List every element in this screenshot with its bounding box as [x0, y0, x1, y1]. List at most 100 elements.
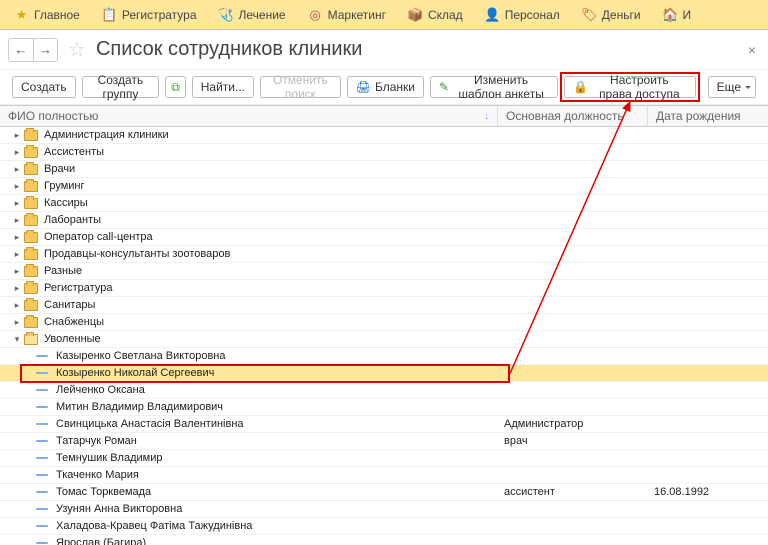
access-rights-button[interactable]: 🔒Настроить права доступа [564, 76, 695, 98]
expander-icon[interactable]: ▸ [12, 130, 22, 141]
top-tab-7[interactable]: 🏠И [653, 0, 702, 29]
table-row[interactable]: ▸ Кассиры [0, 195, 768, 212]
person-name: Казыренко Светлана Викторовна [56, 350, 226, 362]
item-icon [36, 372, 48, 374]
expander-icon[interactable]: ▸ [12, 283, 22, 294]
table-row[interactable]: Татарчук Романврач [0, 433, 768, 450]
table-row[interactable]: ▸Лаборанты [0, 212, 768, 229]
table-row[interactable]: ▸ Санитары [0, 297, 768, 314]
blanks-button[interactable]: 🖨Бланки [347, 76, 424, 98]
person-name: Татарчук Роман [56, 435, 137, 447]
person-name: Козыренко Николай Сергеевич [56, 367, 214, 379]
top-tab-5[interactable]: 👤Персонал [475, 0, 570, 29]
expander-icon[interactable]: ▾ [12, 334, 22, 345]
table-row[interactable]: ▸Ассистенты [0, 144, 768, 161]
table-row[interactable]: ▸ Регистратура [0, 280, 768, 297]
folder-label: Регистратура [44, 282, 112, 294]
column-position[interactable]: Основная должность [498, 106, 648, 126]
table-row[interactable]: Митин Владимир Владимирович [0, 399, 768, 416]
lock-icon: 🔒 [573, 80, 588, 94]
table-row[interactable]: Козыренко Николай Сергеевич [0, 365, 768, 382]
expander-icon[interactable]: ▸ [12, 215, 22, 226]
table-row[interactable]: Томас Торквемадаассистент16.08.1992 [0, 484, 768, 501]
table-row[interactable]: Свинцицька Анастасія ВалентинівнаАдминис… [0, 416, 768, 433]
top-tab-1[interactable]: 📋 Регистратура [92, 0, 207, 29]
tab-label: Лечение [239, 8, 286, 22]
column-name[interactable]: ФИО полностью ↓ [0, 106, 498, 126]
folder-icon [24, 249, 38, 260]
folder-icon [24, 317, 38, 328]
table-row[interactable]: Узунян Анна Викторовна [0, 501, 768, 518]
folder-label: Разные [44, 265, 82, 277]
column-birth[interactable]: Дата рождения [648, 106, 768, 126]
tab-icon: 🏷 [582, 7, 597, 22]
forward-button[interactable]: → [33, 39, 57, 61]
folder-label: Кассиры [44, 197, 88, 209]
table-row[interactable]: ▸ Врачи [0, 161, 768, 178]
tab-label: Персонал [505, 8, 560, 22]
table-row[interactable]: ▾ Уволенные [0, 331, 768, 348]
person-name: Халадова-Кравец Фатіма Тажудинівна [56, 520, 252, 532]
table-row[interactable]: Ткаченко Мария [0, 467, 768, 484]
table-row[interactable]: ▸ Снабженцы [0, 314, 768, 331]
top-tab-3[interactable]: ◎Маркетинг [298, 0, 396, 29]
table-row[interactable]: Ярослав (Багира) [0, 535, 768, 545]
close-button[interactable]: × [744, 38, 760, 62]
tab-label: Регистратура [122, 8, 197, 22]
folder-label: Санитары [44, 299, 95, 311]
top-tab-2[interactable]: 🩺Лечение [209, 0, 296, 29]
expander-icon[interactable]: ▸ [12, 232, 22, 243]
expander-icon[interactable]: ▸ [12, 164, 22, 175]
folder-icon [24, 283, 38, 294]
create-button[interactable]: Создать [12, 76, 76, 98]
copy-button[interactable]: ⧉ [165, 76, 186, 98]
table-row[interactable]: Темнушик Владимир [0, 450, 768, 467]
expander-icon[interactable]: ▸ [12, 198, 22, 209]
back-button[interactable]: ← [9, 39, 33, 61]
table-row[interactable]: ▸ Разные [0, 263, 768, 280]
expander-icon[interactable]: ▸ [12, 181, 22, 192]
tab-icon: 📋 [102, 7, 117, 22]
edit-template-button[interactable]: ✎Изменить шаблон анкеты [430, 76, 558, 98]
expander-icon[interactable]: ▸ [12, 300, 22, 311]
folder-label: Оператор call-центра [44, 231, 153, 243]
nav-history: ← → [8, 38, 58, 62]
item-icon [36, 457, 48, 459]
top-tab-0[interactable]: ★Главное [4, 0, 90, 29]
create-group-button[interactable]: Создать группу [82, 76, 160, 98]
table-row[interactable]: ▸Груминг [0, 178, 768, 195]
top-tab-4[interactable]: 📦Склад [398, 0, 473, 29]
item-icon [36, 423, 48, 425]
table-row[interactable]: ▸ Оператор call-центра [0, 229, 768, 246]
favorite-star-icon[interactable]: ☆ [68, 37, 86, 62]
pencil-icon: ✎ [439, 80, 449, 94]
table-row[interactable]: Казыренко Светлана Викторовна [0, 348, 768, 365]
table-row[interactable]: Халадова-Кравец Фатіма Тажудинівна [0, 518, 768, 535]
table-row[interactable]: ▸Администрация клиники [0, 127, 768, 144]
expander-icon[interactable]: ▸ [12, 147, 22, 158]
tab-icon: 📦 [408, 7, 423, 22]
more-button[interactable]: Еще [708, 76, 756, 98]
folder-icon [24, 147, 38, 158]
person-position: Администратор [498, 418, 648, 430]
find-button[interactable]: Найти... [192, 76, 254, 98]
folder-label: Снабженцы [44, 316, 104, 328]
person-name: Ткаченко Мария [56, 469, 139, 481]
item-icon [36, 508, 48, 510]
expander-icon[interactable]: ▸ [12, 249, 22, 260]
folder-icon [24, 232, 38, 243]
employee-tree[interactable]: ▸Администрация клиники▸Ассистенты▸Врачи▸… [0, 127, 768, 545]
top-tab-6[interactable]: 🏷Деньги [572, 0, 651, 29]
expander-icon[interactable]: ▸ [12, 266, 22, 277]
cancel-search-button[interactable]: Отменить поиск [260, 76, 341, 98]
table-row[interactable]: ▸ Продавцы-консультанты зоотоваров [0, 246, 768, 263]
print-icon: 🖨 [356, 80, 371, 94]
folder-label: Продавцы-консультанты зоотоваров [44, 248, 230, 260]
person-name: Томас Торквемада [56, 486, 151, 498]
expander-icon[interactable]: ▸ [12, 317, 22, 328]
tab-icon: ◎ [308, 7, 323, 22]
folder-label: Врачи [44, 163, 75, 175]
person-name: Ярослав (Багира) [56, 537, 146, 545]
folder-label: Уволенные [44, 333, 101, 345]
table-row[interactable]: Лейченко Оксана [0, 382, 768, 399]
